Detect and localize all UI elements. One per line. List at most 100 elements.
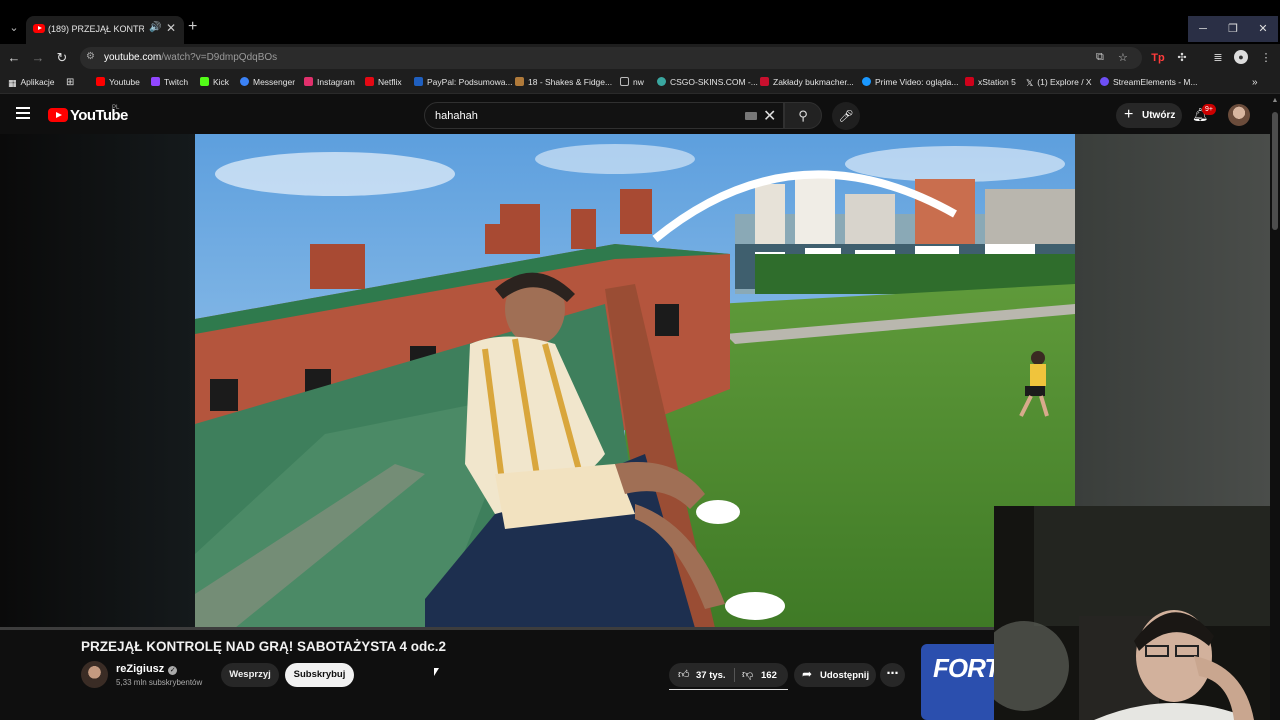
bookmark-shakes-fidget[interactable]: 18 - Shakes & Fidge... xyxy=(515,77,612,87)
bookmark-messenger[interactable]: Messenger xyxy=(240,77,295,87)
bookmark-x-explore[interactable]: 𝕏 (1) Explore / X xyxy=(1026,77,1092,88)
thumbs-up-icon[interactable]: 👍︎ xyxy=(678,668,690,681)
bookmark-kick[interactable]: Kick xyxy=(200,77,229,87)
create-button[interactable]: + Utwórz xyxy=(1116,103,1182,128)
bookmark-label: Kick xyxy=(213,77,230,87)
betting-icon xyxy=(760,77,769,86)
bookmark-label: Instagram xyxy=(317,77,355,87)
address-bar[interactable]: ⚙ youtube.com/watch?v=D9dmpQdqBOs ⧉ ☆ xyxy=(80,47,1142,69)
dislike-count[interactable]: 162 xyxy=(761,670,777,681)
bookmark-star-icon[interactable]: ☆ xyxy=(1118,51,1128,64)
plus-icon: + xyxy=(1124,106,1134,123)
bookmark-label: Youtube xyxy=(109,77,140,87)
bookmark-label: (1) Explore / X xyxy=(1037,77,1092,87)
tab-search-icon[interactable]: ⌄ xyxy=(6,20,22,36)
channel-name[interactable]: reZigiusz xyxy=(116,663,164,675)
messenger-icon xyxy=(240,77,249,86)
media-controls-icon[interactable]: ≣ xyxy=(1210,50,1226,66)
video-title: PRZEJĄŁ KONTROLĘ NAD GRĄ! SABOTAŻYSTA 4 … xyxy=(81,639,447,654)
back-arrow-icon[interactable]: ← xyxy=(6,50,22,66)
channel-name-row[interactable]: reZigiusz ✓ xyxy=(116,663,178,675)
bookmark-paypal[interactable]: PayPal: Podsumowa... xyxy=(414,77,513,87)
hamburger-menu-icon[interactable] xyxy=(16,107,30,119)
minimize-button[interactable]: ─ xyxy=(1188,16,1218,42)
new-tab-button[interactable]: + xyxy=(188,19,197,35)
apps-grid-icon: ▦ xyxy=(8,78,17,88)
window-close-button[interactable]: ✕ xyxy=(1248,16,1278,42)
like-ratio-bar xyxy=(669,689,788,690)
clear-search-icon[interactable]: ✕ xyxy=(763,106,776,126)
game-icon xyxy=(515,77,524,86)
bookmark-twitch[interactable]: Twitch xyxy=(151,77,188,87)
channel-avatar[interactable] xyxy=(81,661,108,688)
bookmark-apps[interactable]: ▦ Aplikacje xyxy=(8,77,55,88)
folder-icon xyxy=(620,77,629,86)
bookmark-label: xStation 5 xyxy=(978,77,1016,87)
streamelements-icon xyxy=(1100,77,1109,86)
bookmark-label: CSGO-SKINS.COM -... xyxy=(670,77,758,87)
restore-button[interactable]: ❐ xyxy=(1218,16,1248,42)
webcam-frame xyxy=(994,506,1270,720)
scroll-up-arrow-icon[interactable]: ▲ xyxy=(1271,97,1279,104)
bookmark-label: Twitch xyxy=(164,77,189,87)
apps-launcher-icon[interactable]: ⊞ xyxy=(66,77,74,88)
join-button[interactable]: Wesprzyj xyxy=(221,663,279,687)
csgo-skins-icon xyxy=(657,77,666,86)
bookmark-label: nw xyxy=(633,77,644,87)
keyboard-icon[interactable] xyxy=(745,112,757,120)
search-query: hahahah xyxy=(435,110,478,122)
kebab-menu-icon[interactable]: ⋮ xyxy=(1258,50,1274,66)
extension-tp-icon[interactable]: Tp xyxy=(1150,50,1166,66)
bookmark-instagram[interactable]: Instagram xyxy=(304,77,355,87)
more-bookmarks-icon[interactable]: » xyxy=(1252,77,1258,88)
share-button[interactable]: ➦ Udostępnij xyxy=(794,663,876,687)
search-input[interactable]: hahahah ✕ xyxy=(424,102,784,129)
bookmark-label: Netflix xyxy=(378,77,402,87)
reload-icon[interactable]: ↻ xyxy=(54,50,70,66)
bookmark-streamelements[interactable]: StreamElements - M... xyxy=(1100,77,1198,87)
browser-tab-active[interactable]: (189) PRZEJĄŁ KONTROLĘ N 🔊 ✕ xyxy=(26,16,184,44)
scrollbar-thumb[interactable] xyxy=(1272,112,1278,230)
webcam-overlay xyxy=(994,506,1270,720)
bookmark-csgo-skins[interactable]: CSGO-SKINS.COM -... xyxy=(657,77,758,87)
youtube-logo-icon[interactable] xyxy=(48,108,68,122)
verified-check-icon: ✓ xyxy=(168,666,178,675)
paypal-icon xyxy=(414,77,423,86)
ambient-backdrop-right xyxy=(1075,134,1270,506)
profile-icon[interactable]: ● xyxy=(1234,50,1248,64)
bookmark-label: PayPal: Podsumowa... xyxy=(427,77,513,87)
bookmark-label: Prime Video: ogląda... xyxy=(875,77,959,87)
sidebar-ad-thumbnail[interactable]: FORT xyxy=(921,644,1001,720)
video-progress-bar[interactable] xyxy=(0,627,994,630)
bookmark-folder-nw[interactable]: nw xyxy=(620,77,644,87)
forward-arrow-icon[interactable]: → xyxy=(30,50,46,66)
like-dislike-group: 👍︎ 37 tys. 👎︎ 162 xyxy=(669,663,788,687)
notifications-badge: 9+ xyxy=(1202,104,1216,115)
thumbs-down-icon[interactable]: 👎︎ xyxy=(742,668,753,681)
install-app-icon[interactable]: ⧉ xyxy=(1096,51,1104,64)
extensions-puzzle-icon[interactable]: ✣ xyxy=(1174,50,1190,66)
url-path: /watch?v=D9dmpQdqBOs xyxy=(161,52,278,63)
divider xyxy=(734,668,735,682)
bookmark-prime-video[interactable]: Prime Video: ogląda... xyxy=(862,77,958,87)
search-button[interactable]: ⚲ xyxy=(784,102,822,129)
more-actions-button[interactable]: ⋯ xyxy=(880,663,905,687)
bookmark-netflix[interactable]: Netflix xyxy=(365,77,402,87)
account-avatar[interactable] xyxy=(1228,104,1250,126)
bookmark-label: 18 - Shakes & Fidge... xyxy=(528,77,613,87)
kick-icon xyxy=(200,77,209,86)
speaker-icon[interactable]: 🔊 xyxy=(149,22,161,33)
like-count[interactable]: 37 tys. xyxy=(696,670,726,681)
twitch-icon xyxy=(151,77,160,86)
site-info-icon[interactable]: ⚙ xyxy=(86,51,95,62)
bookmark-xstation[interactable]: xStation 5 xyxy=(965,77,1016,87)
youtube-masthead: YouTube PL hahahah ✕ ⚲ 🎤︎ + Utwórz 🔔︎ 9+ xyxy=(0,95,1280,135)
voice-search-mic-icon[interactable]: 🎤︎ xyxy=(832,102,860,130)
close-icon[interactable]: ✕ xyxy=(166,21,176,35)
ambient-backdrop-left xyxy=(0,134,196,630)
video-player[interactable] xyxy=(195,134,1075,628)
x-logo-icon: 𝕏 xyxy=(1026,78,1034,88)
bookmark-youtube[interactable]: Youtube xyxy=(96,77,140,87)
subscribe-button[interactable]: Subskrybuj xyxy=(285,663,354,687)
bookmark-bukmacher[interactable]: Zakłady bukmacher... xyxy=(760,77,854,87)
